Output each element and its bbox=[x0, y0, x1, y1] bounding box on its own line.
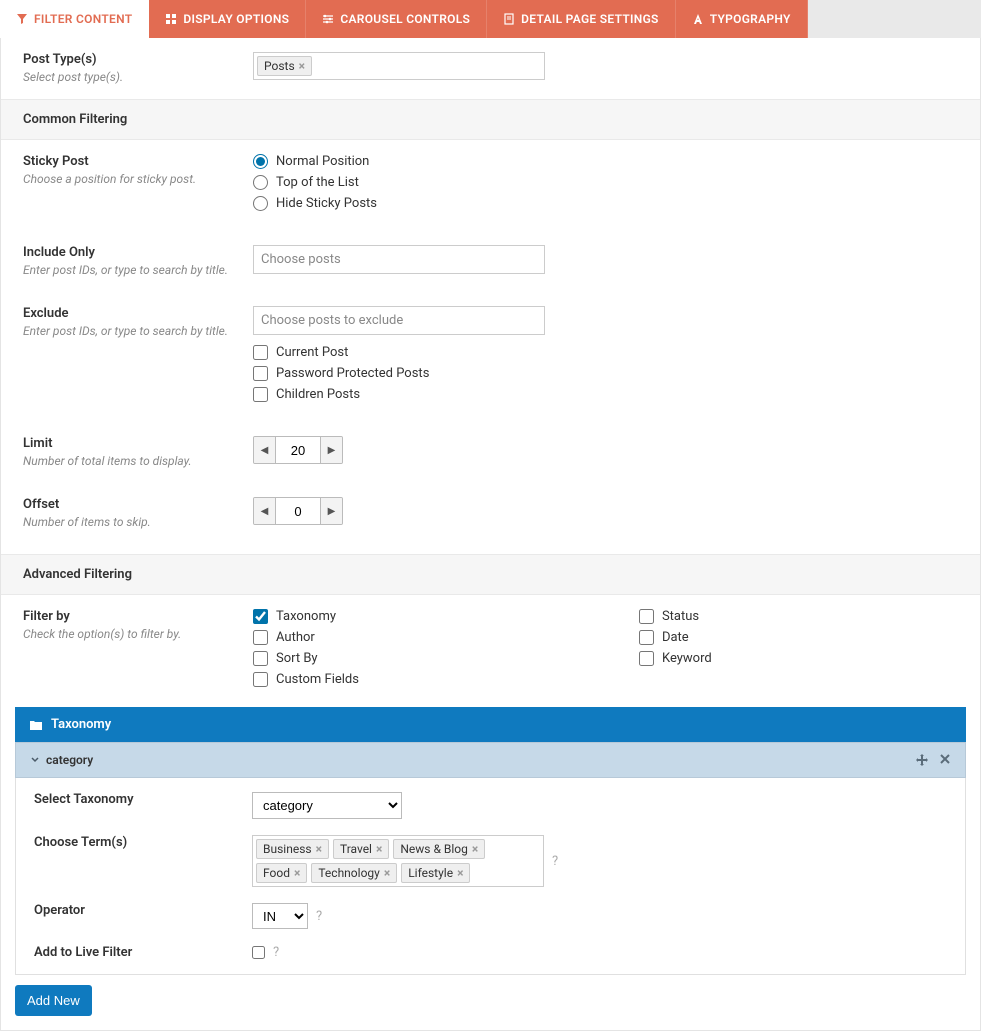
settings-tabs: FILTER CONTENT DISPLAY OPTIONS CAROUSEL … bbox=[0, 0, 981, 38]
filterby-author[interactable]: Author bbox=[253, 630, 359, 645]
live-filter-checkbox[interactable] bbox=[252, 946, 265, 959]
sticky-desc: Choose a position for sticky post. bbox=[23, 172, 196, 186]
exclude-current-post[interactable]: Current Post bbox=[253, 345, 958, 360]
exclude-label: Exclude bbox=[23, 306, 253, 321]
close-icon[interactable] bbox=[939, 753, 951, 767]
move-icon[interactable] bbox=[915, 753, 929, 767]
page-icon bbox=[503, 13, 515, 25]
sticky-option-normal[interactable]: Normal Position bbox=[253, 154, 958, 169]
filterby-sortby[interactable]: Sort By bbox=[253, 651, 359, 666]
remove-tag-icon[interactable]: × bbox=[472, 842, 478, 856]
post-type-input[interactable]: Posts× bbox=[253, 52, 545, 80]
sliders-icon bbox=[322, 13, 334, 25]
category-group-head[interactable]: category bbox=[15, 742, 966, 778]
sticky-option-top[interactable]: Top of the List bbox=[253, 175, 958, 190]
tab-label: TYPOGRAPHY bbox=[710, 12, 791, 26]
offset-input[interactable] bbox=[276, 498, 320, 524]
filterby-date[interactable]: Date bbox=[639, 630, 712, 645]
exclude-password-protected[interactable]: Password Protected Posts bbox=[253, 366, 958, 381]
font-icon bbox=[692, 13, 704, 25]
tag-posts[interactable]: Posts× bbox=[257, 56, 312, 76]
remove-tag-icon[interactable]: × bbox=[316, 842, 322, 856]
help-icon[interactable]: ? bbox=[552, 854, 558, 869]
limit-increment[interactable]: ▶ bbox=[320, 437, 342, 463]
sticky-option-hide[interactable]: Hide Sticky Posts bbox=[253, 196, 958, 211]
filter-icon bbox=[16, 13, 28, 25]
term-business[interactable]: Business× bbox=[256, 839, 329, 859]
tab-detail-page-settings[interactable]: DETAIL PAGE SETTINGS bbox=[487, 0, 676, 38]
post-type-desc: Select post type(s). bbox=[23, 70, 123, 84]
post-type-label: Post Type(s) bbox=[23, 52, 253, 67]
offset-spinner: ◀ ▶ bbox=[253, 497, 343, 525]
select-taxonomy-label: Select Taxonomy bbox=[34, 792, 252, 807]
add-new-button[interactable]: Add New bbox=[15, 985, 92, 1016]
limit-row: Limit Number of total items to display. … bbox=[1, 422, 980, 483]
filterby-customfields[interactable]: Custom Fields bbox=[253, 672, 359, 687]
include-desc: Enter post IDs, or type to search by tit… bbox=[23, 263, 228, 277]
filterby-label: Filter by bbox=[23, 609, 253, 624]
select-taxonomy-dropdown[interactable]: category bbox=[252, 792, 402, 819]
sticky-label: Sticky Post bbox=[23, 154, 253, 169]
exclude-desc: Enter post IDs, or type to search by tit… bbox=[23, 324, 228, 338]
limit-spinner: ◀ ▶ bbox=[253, 436, 343, 464]
term-news-blog[interactable]: News & Blog× bbox=[393, 839, 485, 859]
choose-terms-label: Choose Term(s) bbox=[34, 835, 252, 850]
remove-tag-icon[interactable]: × bbox=[299, 59, 305, 73]
limit-label: Limit bbox=[23, 436, 253, 451]
remove-tag-icon[interactable]: × bbox=[384, 866, 390, 880]
post-type-row: Post Type(s) Select post type(s). Posts× bbox=[1, 38, 980, 99]
filter-by-row: Filter by Check the option(s) to filter … bbox=[1, 595, 980, 707]
offset-increment[interactable]: ▶ bbox=[320, 498, 342, 524]
remove-tag-icon[interactable]: × bbox=[457, 866, 463, 880]
tab-display-options[interactable]: DISPLAY OPTIONS bbox=[149, 0, 306, 38]
include-only-row: Include Only Enter post IDs, or type to … bbox=[1, 231, 980, 292]
grid-icon bbox=[165, 13, 177, 25]
exclude-row: Exclude Enter post IDs, or type to searc… bbox=[1, 292, 980, 422]
remove-tag-icon[interactable]: × bbox=[294, 866, 300, 880]
taxonomy-panel-head: Taxonomy bbox=[15, 707, 966, 742]
chevron-down-icon bbox=[30, 755, 40, 765]
filterby-keyword[interactable]: Keyword bbox=[639, 651, 712, 666]
offset-row: Offset Number of items to skip. ◀ ▶ bbox=[1, 483, 980, 554]
filterby-status[interactable]: Status bbox=[639, 609, 712, 624]
tab-carousel-controls[interactable]: CAROUSEL CONTROLS bbox=[306, 0, 487, 38]
exclude-children-posts[interactable]: Children Posts bbox=[253, 387, 958, 402]
tab-label: DISPLAY OPTIONS bbox=[183, 12, 289, 26]
include-input[interactable]: Choose posts bbox=[253, 245, 545, 274]
tab-label: CAROUSEL CONTROLS bbox=[340, 12, 470, 26]
offset-desc: Number of items to skip. bbox=[23, 515, 151, 529]
offset-label: Offset bbox=[23, 497, 253, 512]
limit-decrement[interactable]: ◀ bbox=[254, 437, 276, 463]
offset-decrement[interactable]: ◀ bbox=[254, 498, 276, 524]
filterby-taxonomy[interactable]: Taxonomy bbox=[253, 609, 359, 624]
remove-tag-icon[interactable]: × bbox=[376, 842, 382, 856]
sticky-post-row: Sticky Post Choose a position for sticky… bbox=[1, 140, 980, 231]
live-filter-label: Add to Live Filter bbox=[34, 945, 252, 960]
help-icon[interactable]: ? bbox=[273, 945, 279, 960]
section-common-filtering: Common Filtering bbox=[1, 99, 980, 140]
tab-label: DETAIL PAGE SETTINGS bbox=[521, 12, 659, 26]
choose-terms-input[interactable]: Business× Travel× News & Blog× Food× Tec… bbox=[252, 835, 544, 887]
term-technology[interactable]: Technology× bbox=[311, 863, 397, 883]
exclude-input[interactable]: Choose posts to exclude bbox=[253, 306, 545, 335]
tab-label: FILTER CONTENT bbox=[34, 12, 132, 26]
term-lifestyle[interactable]: Lifestyle× bbox=[401, 863, 470, 883]
filterby-desc: Check the option(s) to filter by. bbox=[23, 627, 181, 641]
include-label: Include Only bbox=[23, 245, 253, 260]
section-advanced-filtering: Advanced Filtering bbox=[1, 554, 980, 595]
operator-label: Operator bbox=[34, 903, 252, 918]
help-icon[interactable]: ? bbox=[316, 909, 322, 924]
operator-dropdown[interactable]: IN bbox=[252, 903, 308, 929]
folder-icon bbox=[29, 719, 43, 731]
limit-desc: Number of total items to display. bbox=[23, 454, 192, 468]
category-title: category bbox=[46, 753, 93, 767]
tab-filter-content[interactable]: FILTER CONTENT bbox=[0, 0, 149, 38]
term-food[interactable]: Food× bbox=[256, 863, 307, 883]
tab-typography[interactable]: TYPOGRAPHY bbox=[676, 0, 808, 38]
limit-input[interactable] bbox=[276, 437, 320, 463]
term-travel[interactable]: Travel× bbox=[333, 839, 389, 859]
